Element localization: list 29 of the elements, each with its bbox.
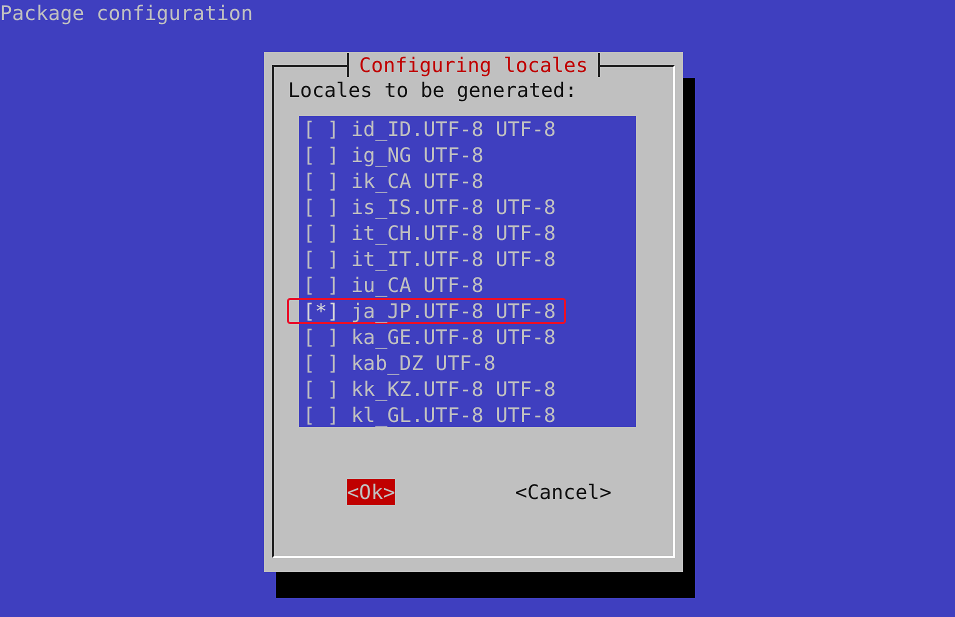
locale-item[interactable]: ik_CA UTF-8 xyxy=(351,170,484,192)
locale-item[interactable]: it_CH.UTF-8 UTF-8 xyxy=(351,222,556,244)
locale-item[interactable]: kk_KZ.UTF-8 UTF-8 xyxy=(351,378,556,400)
checkbox[interactable]: [ ] xyxy=(303,404,340,426)
locale-item[interactable]: kab_DZ UTF-8 xyxy=(351,352,496,374)
checkbox[interactable]: [ ] xyxy=(303,378,340,400)
locale-item[interactable]: iu_CA UTF-8 xyxy=(351,274,484,296)
ok-button[interactable]: <Ok> xyxy=(347,479,396,505)
checkbox[interactable]: [ ] xyxy=(303,170,340,192)
locale-item[interactable]: id_ID.UTF-8 UTF-8 xyxy=(351,118,556,140)
checkbox[interactable]: [ ] xyxy=(303,144,340,166)
locale-item[interactable]: ja_JP.UTF-8 UTF-8 xyxy=(351,300,556,322)
locale-item[interactable]: ka_GE.UTF-8 UTF-8 xyxy=(351,326,556,348)
locale-item[interactable]: is_IS.UTF-8 UTF-8 xyxy=(351,196,556,218)
checkbox[interactable]: [ ] xyxy=(303,274,340,296)
checkbox[interactable]: [ ] xyxy=(303,326,340,348)
checkbox[interactable]: [ ] xyxy=(303,248,340,270)
checkbox[interactable]: [ ] xyxy=(303,118,340,140)
locale-item[interactable]: kl_GL.UTF-8 UTF-8 xyxy=(351,404,556,426)
checkbox[interactable]: [ ] xyxy=(303,352,340,374)
checkbox[interactable]: [ ] xyxy=(303,196,340,218)
cancel-button[interactable]: <Cancel> xyxy=(515,479,612,505)
checkbox[interactable]: [*] xyxy=(303,300,340,322)
screen-title: Package configuration xyxy=(0,0,253,26)
locale-item[interactable]: it_IT.UTF-8 UTF-8 xyxy=(351,248,556,270)
prompt-text: Locales to be generated: xyxy=(288,77,577,103)
checkbox[interactable]: [ ] xyxy=(303,222,340,244)
dialog-title: Configuring locales xyxy=(347,53,600,77)
locale-item[interactable]: ig_NG UTF-8 xyxy=(351,144,484,166)
